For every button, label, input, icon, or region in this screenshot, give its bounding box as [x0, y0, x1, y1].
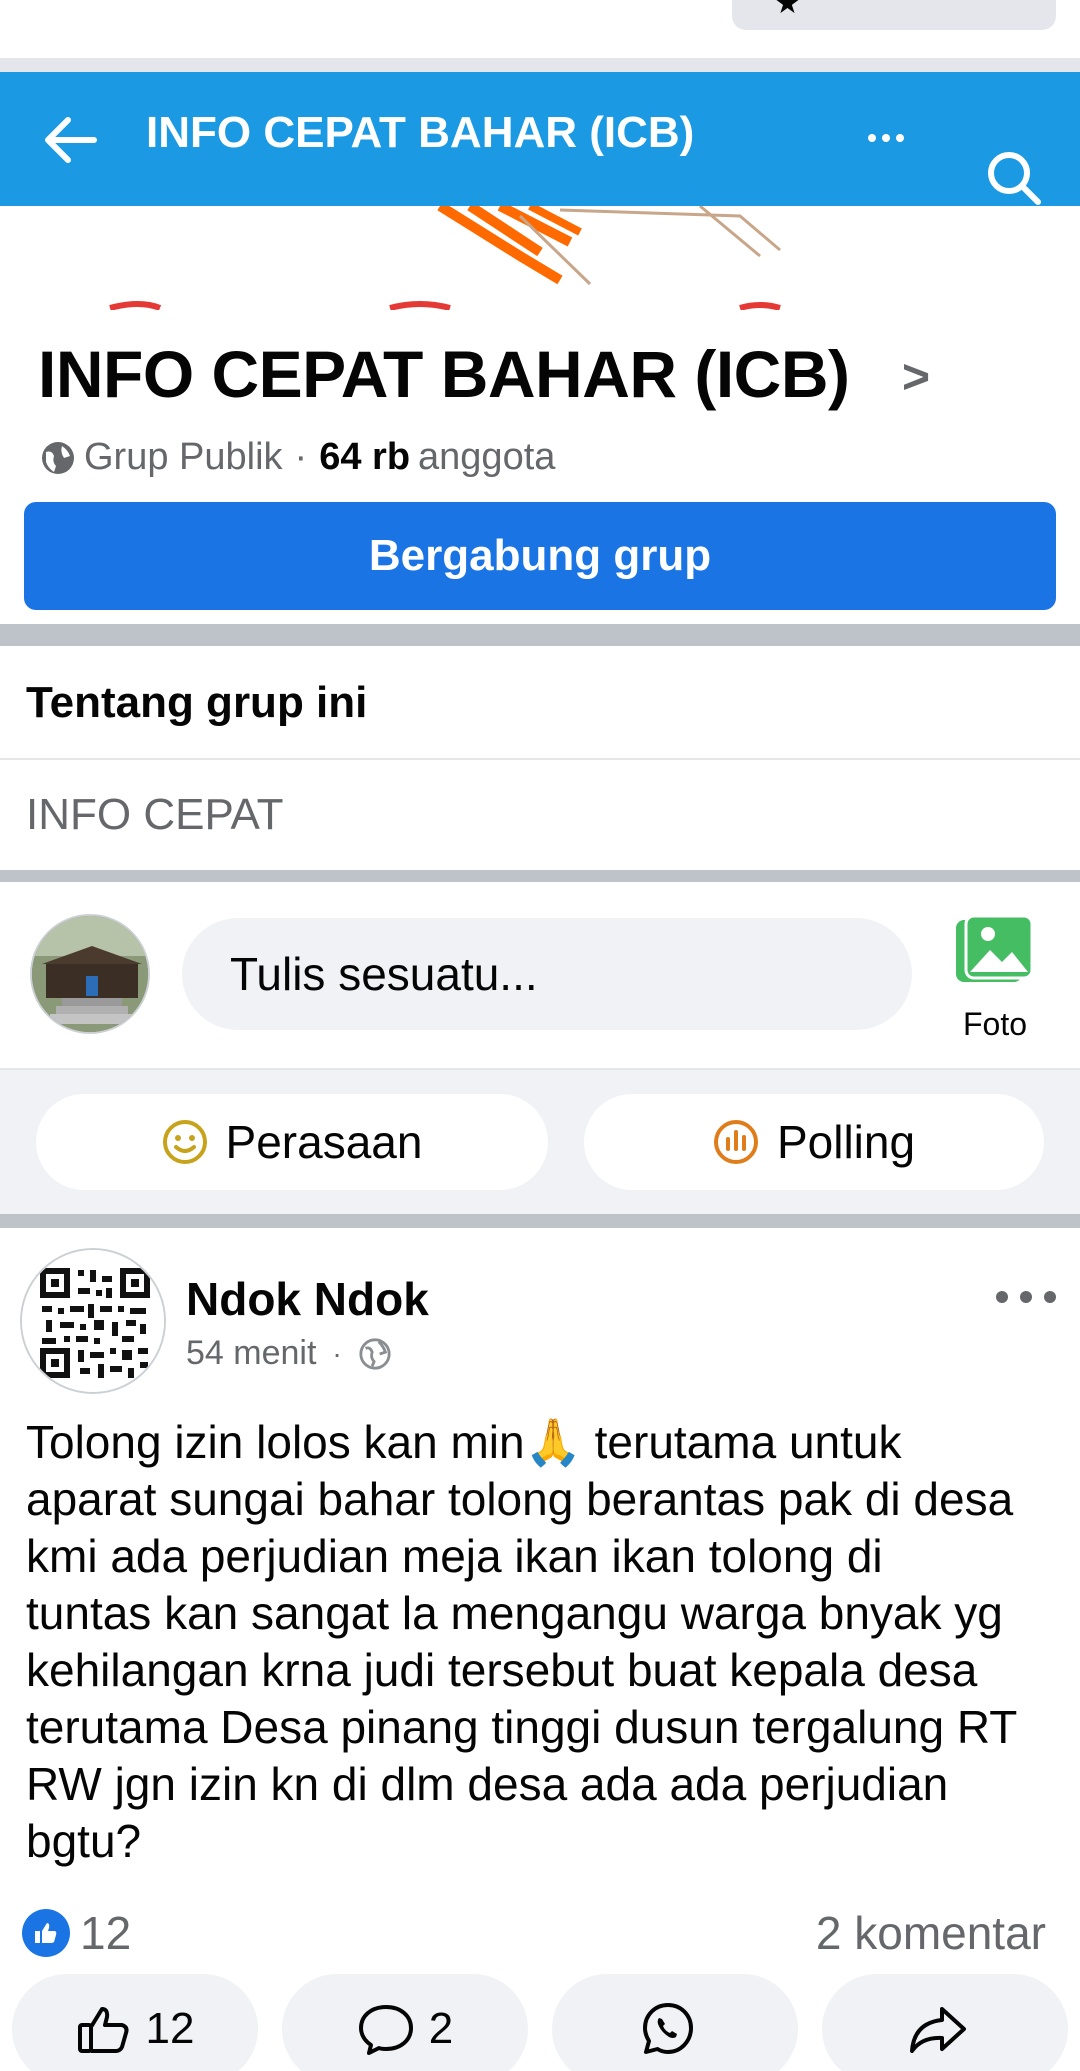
photo-label[interactable]: Foto [948, 1006, 1042, 1043]
about-title: Tentang grup ini [26, 678, 368, 727]
back-arrow-icon[interactable] [40, 112, 100, 168]
star-icon: ★ [774, 0, 801, 20]
more-options-icon[interactable] [858, 110, 914, 166]
post-author-avatar[interactable] [20, 1248, 166, 1394]
section-divider [0, 1214, 1080, 1228]
feeling-button[interactable]: Perasaan [36, 1094, 548, 1190]
share-button[interactable] [822, 1974, 1068, 2071]
member-label: anggota [418, 436, 556, 478]
reaction-count: 12 [80, 1907, 132, 1959]
app-bar-title: INFO CEPAT BAHAR (ICB) [146, 108, 695, 157]
feeling-label: Perasaan [225, 1116, 423, 1168]
reaction-summary[interactable]: 12 [22, 1906, 131, 1960]
about-divider [0, 758, 1080, 760]
about-description: INFO CEPAT [26, 790, 284, 839]
like-count: 12 [145, 2004, 195, 2053]
globe-icon [42, 441, 74, 474]
post-text: Tolong izin lolos kan min🙏 terutama untu… [26, 1416, 1018, 1867]
user-avatar[interactable] [30, 914, 150, 1034]
top-remnant: ★ [0, 0, 1080, 58]
comment-count: 2 [428, 2004, 454, 2053]
post-meta: 54 menit · [186, 1334, 392, 1373]
chevron-right-icon[interactable]: > [902, 350, 930, 405]
section-divider [0, 870, 1080, 882]
whatsapp-share-button[interactable] [552, 1974, 798, 2071]
smiley-icon [162, 1120, 207, 1164]
globe-icon [359, 1337, 391, 1370]
meta-separator: · [294, 436, 308, 478]
member-count: 64 rb [319, 436, 411, 478]
like-button[interactable]: 12 [12, 1974, 258, 2071]
photo-icon[interactable] [956, 916, 1032, 986]
join-group-button[interactable]: Bergabung grup [24, 502, 1056, 610]
poll-button[interactable]: Polling [584, 1094, 1044, 1190]
whatsapp-icon [643, 2003, 693, 2054]
cover-photo [0, 206, 1080, 310]
post-time[interactable]: 54 menit [186, 1334, 316, 1373]
divider [0, 58, 1080, 72]
thumbs-up-icon [77, 2007, 129, 2053]
comment-icon [358, 2005, 413, 2055]
composer: Tulis sesuatu... Foto [0, 882, 1080, 1068]
section-divider [0, 624, 1080, 646]
app-bar: INFO CEPAT BAHAR (ICB) [0, 72, 1080, 206]
group-name[interactable]: INFO CEPAT BAHAR (ICB) [38, 336, 850, 412]
share-arrow-icon [910, 2007, 966, 2053]
poll-icon [713, 1120, 758, 1164]
comment-summary[interactable]: 2 komentar [816, 1906, 1046, 1960]
like-badge-icon [22, 1909, 70, 1957]
compose-input[interactable]: Tulis sesuatu... [182, 918, 912, 1030]
post-author-name[interactable]: Ndok Ndok [186, 1272, 429, 1326]
group-meta: Grup Publik · 64 rb anggota [40, 436, 555, 479]
group-privacy: Grup Publik [84, 436, 283, 478]
comment-button[interactable]: 2 [282, 1974, 528, 2071]
post-more-options-icon[interactable] [996, 1282, 1056, 1312]
search-icon[interactable] [984, 148, 1044, 208]
poll-label: Polling [776, 1116, 916, 1168]
meta-separator: · [332, 1337, 342, 1369]
qr-code-image [22, 1250, 164, 1392]
quick-actions: Perasaan Polling [0, 1068, 1080, 1214]
